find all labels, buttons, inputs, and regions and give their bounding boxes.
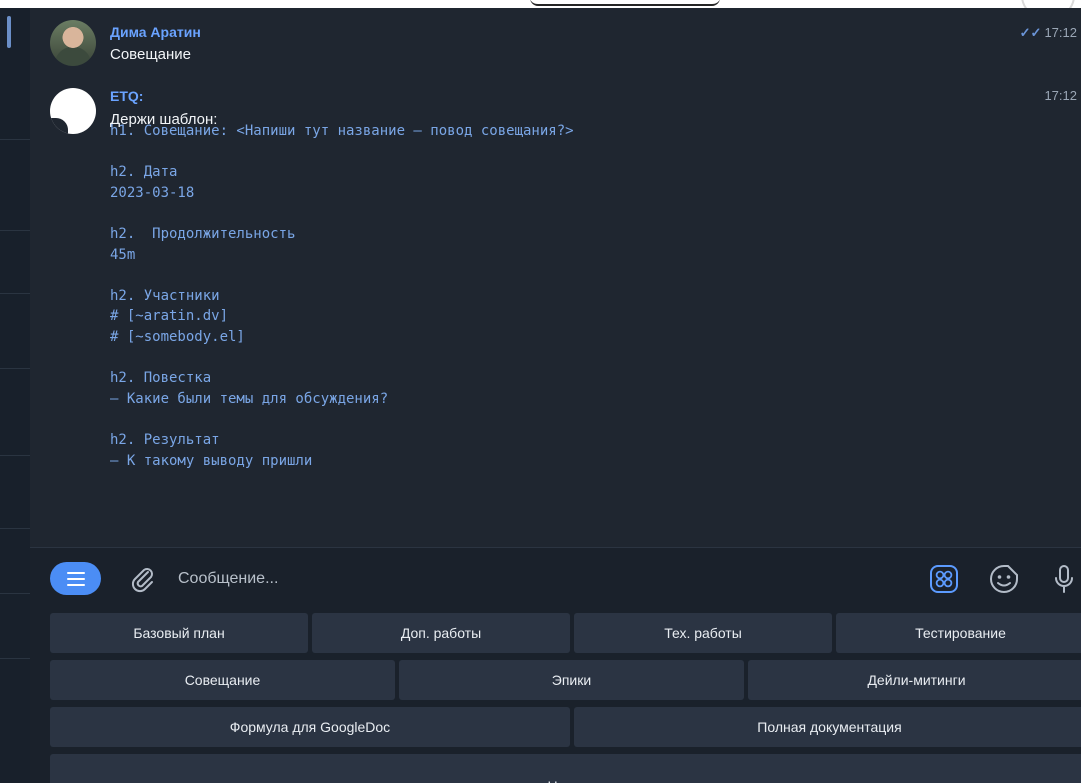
window-edge — [1081, 0, 1085, 783]
telegram-window: Дима Аратин Совещание ✓✓ 17:12 ETQ: Держи… — [0, 0, 1085, 783]
sender-name[interactable]: ETQ: — [110, 88, 143, 104]
divider — [0, 658, 30, 659]
top-strip — [30, 0, 1085, 8]
voice-button[interactable] — [1046, 561, 1082, 597]
divider — [0, 139, 30, 140]
sticker-button[interactable] — [986, 561, 1022, 597]
attach-button[interactable] — [125, 561, 161, 597]
keyboard-button[interactable]: Тех. работы — [574, 613, 832, 653]
message-text: Совещание — [110, 46, 192, 63]
time-value: 17:12 — [1044, 25, 1077, 40]
message-composer — [30, 547, 1085, 609]
active-chat-indicator — [7, 16, 11, 48]
read-checkmarks-icon: ✓✓ — [1019, 25, 1042, 40]
message-input[interactable] — [176, 563, 880, 595]
keyboard-button[interactable]: Дейли-митинги — [748, 660, 1085, 700]
avatar[interactable] — [50, 88, 96, 134]
keyboard-button[interactable]: Эпики — [399, 660, 744, 700]
avatar[interactable] — [50, 20, 96, 66]
sender-name[interactable]: Дима Аратин — [110, 24, 201, 40]
divider — [0, 593, 30, 594]
code-block: h1. Совещание: <Напиши тут название – по… — [110, 123, 574, 469]
divider — [0, 455, 30, 456]
microphone-icon — [1055, 565, 1073, 593]
divider — [0, 368, 30, 369]
keyboard-button[interactable]: Тестирование — [836, 613, 1085, 653]
paperclip-icon — [131, 568, 153, 593]
divider — [0, 293, 30, 294]
sticker-icon — [990, 565, 1018, 593]
keyboard-button[interactable]: Базовый план — [50, 613, 308, 653]
emoji-grid-button[interactable] — [926, 561, 962, 597]
message-history[interactable]: Дима Аратин Совещание ✓✓ 17:12 ETQ: Держи… — [30, 8, 1085, 547]
bot-menu-button[interactable] — [50, 562, 101, 595]
message-time: ✓✓ 17:12 — [1020, 25, 1077, 41]
keyboard-button[interactable]: Совещание — [50, 660, 395, 700]
keyboard-button[interactable]: Полная документация — [574, 707, 1085, 747]
keyboard-button[interactable]: Формула для GoogleDoc — [50, 707, 570, 747]
cropped-header-fragment — [530, 0, 720, 6]
back-button[interactable]: Назад — [50, 754, 1085, 783]
cropped-circle-button[interactable] — [1021, 0, 1075, 8]
chat-list-edge — [0, 8, 30, 783]
menu-icon — [66, 571, 85, 586]
divider — [0, 230, 30, 231]
divider — [0, 528, 30, 529]
message-time: 17:12 — [1044, 88, 1077, 103]
bot-keyboard: Базовый план Доп. работы Тех. работы Тес… — [30, 608, 1085, 783]
emoji-grid-icon — [930, 565, 958, 593]
keyboard-button[interactable]: Доп. работы — [312, 613, 570, 653]
